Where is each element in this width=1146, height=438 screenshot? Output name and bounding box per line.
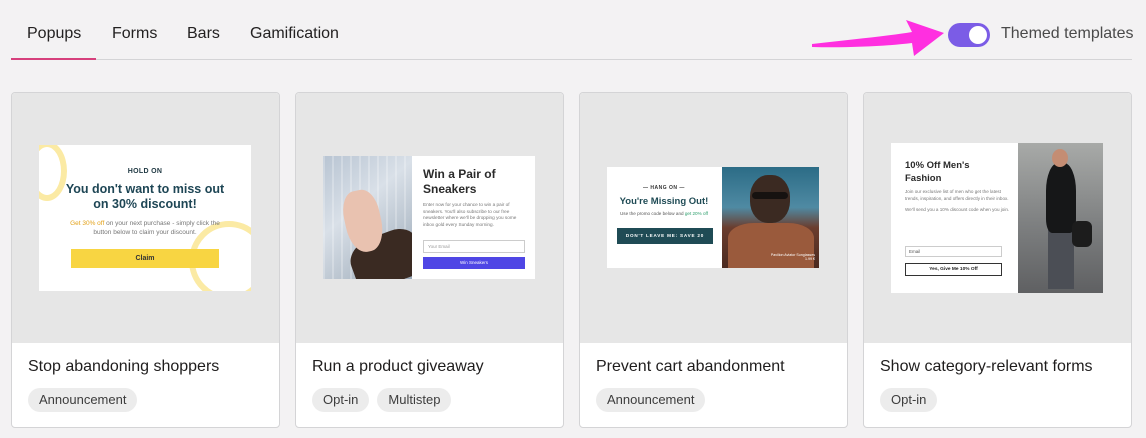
torso-shape bbox=[1046, 163, 1076, 233]
preview-kicker: HOLD ON bbox=[127, 168, 163, 175]
preview-email-input: Email bbox=[905, 246, 1002, 257]
popup-preview: Win a Pair of Sneakers Enter now for you… bbox=[323, 156, 535, 279]
toggle-knob bbox=[969, 26, 987, 44]
arrow-right-icon bbox=[812, 20, 944, 56]
preview-kicker: — HANG ON — bbox=[643, 185, 685, 191]
template-card-prevent-cart-abandonment[interactable]: — HANG ON — You're Missing Out! Use the … bbox=[579, 92, 848, 428]
preview-headline: Win a Pair of Sneakers bbox=[423, 167, 496, 196]
preview-body-highlight: Get 30% off bbox=[70, 220, 105, 227]
legs-shape bbox=[1048, 229, 1074, 289]
card-title: Prevent cart abandonment bbox=[596, 358, 785, 375]
card-tags: Announcement bbox=[28, 388, 138, 412]
preview-submit-button: Win Sneakers bbox=[423, 257, 525, 269]
popup-preview: HOLD ON You don't want to miss out on 30… bbox=[39, 145, 251, 291]
preview-subtext-text: Use the promo code below and bbox=[619, 211, 685, 216]
preview-body: Enter now for your chance to win a pair … bbox=[423, 202, 517, 227]
tag: Multistep bbox=[377, 388, 452, 412]
product-caption: Pavilion Aviator Sunglasses 1.99 € bbox=[770, 252, 815, 262]
preview-body-text: Join our exclusive list of men who get t… bbox=[905, 189, 1009, 201]
template-preview: HOLD ON You don't want to miss out on 30… bbox=[12, 93, 279, 343]
preview-save-button: DON'T LEAVE ME: SAVE 20 bbox=[617, 228, 713, 244]
themed-templates-toggle[interactable] bbox=[948, 23, 990, 47]
template-card-stop-abandoning-shoppers[interactable]: HOLD ON You don't want to miss out on 30… bbox=[11, 92, 280, 428]
tag: Announcement bbox=[596, 388, 706, 412]
preview-body-text: We'll send you a 10% discount code when … bbox=[905, 207, 1010, 212]
tag: Opt-in bbox=[880, 388, 938, 412]
popup-preview: 10% Off Men's Fashion Join our exclusive… bbox=[891, 143, 1103, 293]
card-title: Show category-relevant forms bbox=[880, 358, 1093, 375]
preview-subtext-highlight: get 20% off bbox=[684, 211, 709, 216]
popup-preview: — HANG ON — You're Missing Out! Use the … bbox=[607, 167, 819, 268]
template-preview: 10% Off Men's Fashion Join our exclusive… bbox=[864, 93, 1131, 343]
tab-gamification[interactable]: Gamification bbox=[250, 12, 339, 59]
preview-headline: 10% Off Men's Fashion bbox=[905, 160, 970, 184]
head-shape bbox=[1052, 149, 1068, 167]
card-title: Run a product giveaway bbox=[312, 358, 484, 375]
preview-submit-button: Yes, Give Me 10% Off bbox=[905, 263, 1002, 276]
card-title: Stop abandoning shoppers bbox=[28, 358, 220, 375]
themed-templates-label: Themed templates bbox=[1001, 25, 1134, 42]
template-card-show-category-relevant-forms[interactable]: 10% Off Men's Fashion Join our exclusive… bbox=[863, 92, 1132, 428]
preview-headline: You're Missing Out! bbox=[619, 196, 709, 207]
preview-body: Join our exclusive list of men who get t… bbox=[905, 189, 1013, 214]
head-shape bbox=[750, 175, 790, 223]
sneaker-image bbox=[323, 156, 412, 279]
tag: Opt-in bbox=[312, 388, 370, 412]
preview-claim-button: Claim bbox=[71, 249, 219, 268]
tab-bars[interactable]: Bars bbox=[187, 12, 220, 59]
product-image: Pavilion Aviator Sunglasses 1.99 € bbox=[722, 167, 819, 268]
preview-body-text: on your next purchase - simply click the… bbox=[93, 220, 220, 236]
preview-subtext: Use the promo code below and get 20% off bbox=[607, 211, 721, 216]
card-tags: Announcement bbox=[596, 388, 706, 412]
template-card-run-a-product-giveaway[interactable]: Win a Pair of Sneakers Enter now for you… bbox=[295, 92, 564, 428]
tab-popups[interactable]: Popups bbox=[11, 12, 96, 60]
card-tags: Opt-in Multistep bbox=[312, 388, 452, 412]
tag: Announcement bbox=[28, 388, 138, 412]
bag-shape bbox=[1072, 221, 1092, 247]
preview-headline: You don't want to miss out on 30% discou… bbox=[65, 182, 225, 211]
tab-forms[interactable]: Forms bbox=[112, 12, 157, 59]
fashion-image bbox=[1018, 143, 1103, 293]
preview-body: Get 30% off on your next purchase - simp… bbox=[63, 219, 227, 237]
sunglasses-shape bbox=[752, 192, 788, 199]
template-preview: — HANG ON — You're Missing Out! Use the … bbox=[580, 93, 847, 343]
template-preview: Win a Pair of Sneakers Enter now for you… bbox=[296, 93, 563, 343]
preview-email-input: Your Email bbox=[423, 240, 525, 253]
card-tags: Opt-in bbox=[880, 388, 938, 412]
